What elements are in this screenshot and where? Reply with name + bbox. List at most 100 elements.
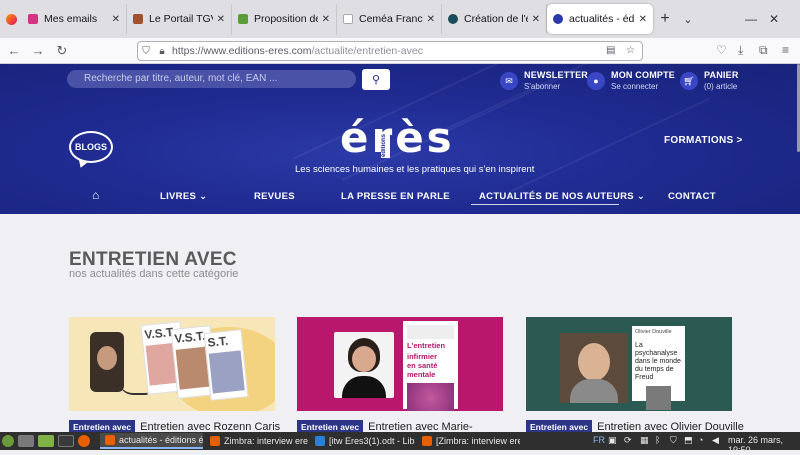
file-manager-icon[interactable] xyxy=(38,435,54,447)
task-label: [Zimbra: interview eres... xyxy=(436,436,520,446)
article-card-caption[interactable]: Entretien avec Entretien avec Rozenn Car… xyxy=(69,420,280,432)
book-cover: Olivier Douville La psychanalyse dans le… xyxy=(632,326,685,410)
task-label: Zimbra: interview eres ... xyxy=(224,436,308,446)
firefox-menu-icon[interactable] xyxy=(0,0,22,38)
tab-tgv-inoui[interactable]: Le Portail TGV INOUI ✕ xyxy=(127,4,232,34)
category-badge[interactable]: Entretien avec xyxy=(69,420,136,432)
newsletter-sub: S'abonner xyxy=(524,82,561,91)
sync-icon[interactable]: ⟳ xyxy=(624,435,632,446)
tray-icon[interactable]: ▦ xyxy=(640,435,649,446)
clock[interactable]: mar. 26 mars, 19:50 xyxy=(728,435,800,455)
author-photo xyxy=(334,332,394,398)
forward-icon[interactable]: → xyxy=(26,43,50,58)
menu-actualites[interactable]: ACTUALITÉS DE NOS AUTEURS ⌄ xyxy=(479,191,645,202)
logo-tag: éditions xyxy=(381,132,390,158)
tab-mes-emails[interactable]: Mes emails ✕ xyxy=(22,4,127,34)
newsletter-link[interactable]: ✉ NEWSLETTER S'abonner xyxy=(500,70,588,91)
mail-icon xyxy=(28,14,38,24)
blogs-link[interactable]: BLOGS xyxy=(69,131,113,163)
page-subtitle: nos actualités dans cette catégorie xyxy=(69,268,239,280)
tab-list-icon[interactable]: ⌄ xyxy=(677,4,699,34)
new-tab-icon[interactable]: + xyxy=(653,4,677,34)
article-card-image[interactable]: L'entretien infirmier en santé mentale xyxy=(297,317,503,411)
show-desktop-icon[interactable] xyxy=(18,435,34,447)
display-icon[interactable]: ▣ xyxy=(608,435,617,446)
firefox-launcher-icon[interactable] xyxy=(78,435,90,447)
reader-view-icon[interactable]: ▤ xyxy=(606,45,615,56)
article-title[interactable]: Entretien avec Rozenn Caris xyxy=(140,421,280,432)
close-icon[interactable]: ✕ xyxy=(532,14,540,25)
article-card-image[interactable]: V.S.T. V.S.T. S.T. xyxy=(69,317,275,411)
firefox-icon xyxy=(105,435,115,445)
article-title[interactable]: Entretien avec Olivier Douville xyxy=(597,421,744,432)
tab-cemea[interactable]: Ceméa France - Le sit ✕ xyxy=(337,4,442,34)
downloads-icon[interactable]: ⤓ xyxy=(738,43,743,58)
reload-icon[interactable]: ↻ xyxy=(50,43,74,59)
task-label: actualités - éditions ér... xyxy=(119,435,203,445)
back-icon[interactable]: ← xyxy=(2,43,26,58)
header-banner: Recherche par titre, auteur, mot clé, EA… xyxy=(0,64,800,214)
close-icon[interactable]: ✕ xyxy=(322,14,330,25)
article-card-caption[interactable]: Entretien avec Entretien avec Marie- xyxy=(297,420,473,432)
tab-label: Création de l'élémen xyxy=(464,13,528,25)
chevron-down-icon: ⌄ xyxy=(199,191,208,202)
taskbar-task[interactable]: actualités - éditions ér... xyxy=(100,433,203,449)
update-icon[interactable]: ⬒ xyxy=(684,435,693,446)
account-title: MON COMPTE xyxy=(611,70,675,80)
cart-title: PANIER xyxy=(704,70,739,80)
pocket-icon[interactable]: ♡ xyxy=(716,43,727,57)
newsletter-title: NEWSLETTER xyxy=(524,70,588,80)
formations-link[interactable]: FORMATIONS > xyxy=(664,135,743,146)
eres-logo[interactable]: érès xyxy=(340,116,455,160)
category-badge[interactable]: Entretien avec xyxy=(297,420,364,432)
bluetooth-icon[interactable]: ᛒ xyxy=(655,435,660,445)
book-cover: L'entretien infirmier en santé mentale xyxy=(403,321,458,411)
shield-icon[interactable]: ⛉ xyxy=(138,46,154,57)
category-badge[interactable]: Entretien avec xyxy=(526,420,593,432)
bookmark-star-icon[interactable]: ☆ xyxy=(626,45,635,56)
cart-link[interactable]: 🛒︎ PANIER (0) article xyxy=(680,70,739,91)
chevron-down-icon: ⌄ xyxy=(636,191,646,202)
os-taskbar: actualités - éditions ér... Zimbra: inte… xyxy=(0,432,800,455)
web-page: Recherche par titre, auteur, mot clé, EA… xyxy=(0,64,800,432)
menu-contact[interactable]: CONTACT xyxy=(668,191,716,202)
close-icon[interactable]: ✕ xyxy=(639,14,647,25)
article-card-caption[interactable]: Entretien avec Entretien avec Olivier Do… xyxy=(526,420,744,432)
tab-proposition[interactable]: Proposition de formu ✕ xyxy=(232,4,337,34)
account-link[interactable]: ● MON COMPTE Se connecter xyxy=(587,70,675,91)
volume-icon[interactable]: ◀ xyxy=(712,435,719,446)
search-input[interactable]: Recherche par titre, auteur, mot clé, EA… xyxy=(67,70,356,88)
taskbar-task[interactable]: Zimbra: interview eres ... xyxy=(205,433,308,449)
close-icon[interactable]: ✕ xyxy=(112,14,120,25)
close-icon[interactable]: ✕ xyxy=(427,14,435,25)
article-card-image[interactable]: Olivier Douville La psychanalyse dans le… xyxy=(526,317,732,411)
url-bar[interactable]: ⛉ 🔒︎ https://www.editions-eres.com/actua… xyxy=(137,41,643,61)
tab-actualites[interactable]: actualités - éditions ✕ xyxy=(547,4,653,34)
account-sub: Se connecter xyxy=(611,82,659,91)
start-menu-icon[interactable] xyxy=(2,435,14,447)
tab-label: Le Portail TGV INOUI xyxy=(149,13,213,25)
lock-icon[interactable]: 🔒︎ xyxy=(154,46,170,57)
app-menu-icon[interactable]: ≡ xyxy=(782,43,789,57)
taskbar-task[interactable]: [Zimbra: interview eres... xyxy=(417,433,520,449)
tab-creation[interactable]: Création de l'élémen ✕ xyxy=(442,4,547,34)
form-icon xyxy=(238,14,248,24)
close-icon[interactable]: ✕ xyxy=(217,14,225,25)
tab-label: Proposition de formu xyxy=(254,13,318,25)
close-window-icon[interactable]: ✕ xyxy=(769,12,779,26)
menu-presse[interactable]: LA PRESSE EN PARLE xyxy=(341,191,450,202)
magazine-cover: S.T. xyxy=(203,329,249,401)
shield-icon[interactable]: ⛉ xyxy=(670,435,677,446)
menu-revues[interactable]: REVUES xyxy=(254,191,295,202)
menu-livres[interactable]: LIVRES ⌄ xyxy=(160,191,207,202)
taskbar-task[interactable]: [itw Eres3(1).odt - Libr... xyxy=(310,433,415,449)
author-photo xyxy=(560,333,628,403)
minimize-icon[interactable]: — xyxy=(745,12,757,26)
wifi-icon[interactable]: ◔ xyxy=(698,435,703,445)
terminal-icon[interactable] xyxy=(58,435,74,447)
search-icon[interactable]: ⚲ xyxy=(362,69,390,90)
extensions-icon[interactable]: ⧉ xyxy=(759,43,768,58)
article-title[interactable]: Entretien avec Marie- xyxy=(368,421,473,432)
home-icon[interactable]: ⌂ xyxy=(92,188,99,202)
keyboard-layout[interactable]: FR xyxy=(593,435,605,445)
